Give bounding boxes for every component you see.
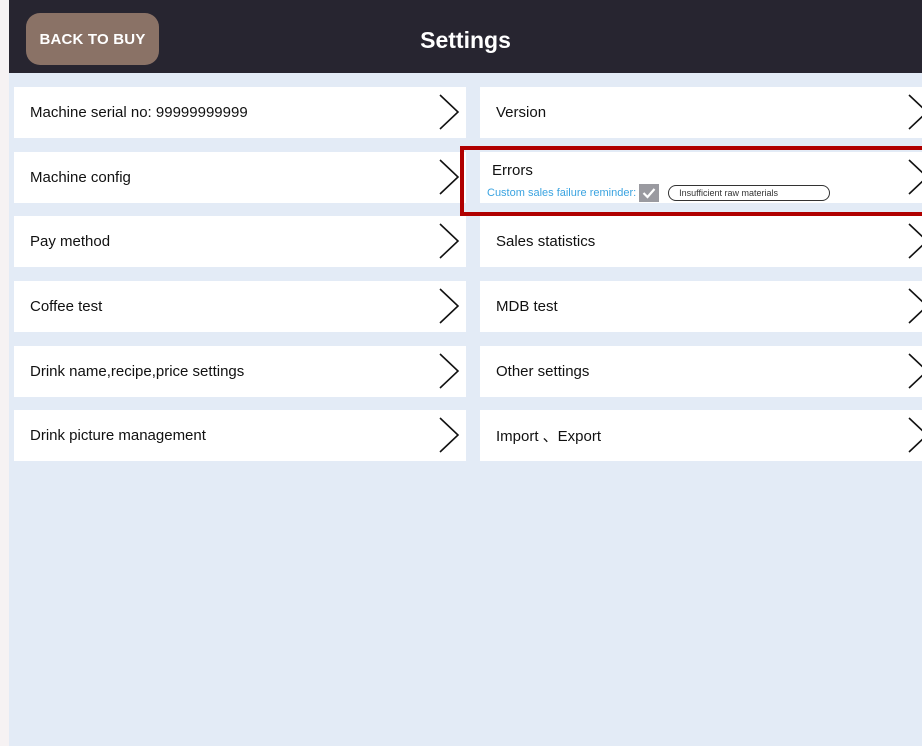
menu-item-other-settings[interactable]: Other settings bbox=[480, 346, 922, 397]
menu-item-label: Sales statistics bbox=[496, 233, 596, 250]
menu-item-drink-picture[interactable]: Drink picture management bbox=[14, 410, 466, 461]
chevron-right-icon bbox=[907, 158, 922, 196]
sales-failure-reminder-input[interactable] bbox=[668, 185, 831, 201]
menu-item-import-export[interactable]: Import 、Export bbox=[480, 410, 922, 461]
errors-title: Errors bbox=[492, 162, 533, 179]
menu-item-drink-settings[interactable]: Drink name,recipe,price settings bbox=[14, 346, 466, 397]
chevron-right-icon bbox=[438, 222, 460, 260]
sales-failure-reminder-checkbox[interactable] bbox=[639, 184, 660, 202]
menu-item-mdb-test[interactable]: MDB test bbox=[480, 281, 922, 332]
menu-item-machine-serial[interactable]: Machine serial no: 99999999999 bbox=[14, 87, 466, 138]
chevron-right-icon bbox=[907, 222, 922, 260]
sales-failure-reminder-label: Custom sales failure reminder: bbox=[487, 187, 637, 199]
menu-item-label: Pay method bbox=[30, 233, 111, 250]
sales-failure-reminder-row: Custom sales failure reminder: bbox=[487, 183, 831, 203]
menu-item-coffee-test[interactable]: Coffee test bbox=[14, 281, 466, 332]
chevron-right-icon bbox=[438, 416, 460, 454]
menu-item-label: Machine serial no: 99999999999 bbox=[30, 104, 248, 121]
back-to-buy-button[interactable]: BACK TO BUY bbox=[26, 13, 159, 65]
chevron-right-icon bbox=[438, 287, 460, 325]
chevron-right-icon bbox=[438, 352, 460, 390]
menu-item-pay-method[interactable]: Pay method bbox=[14, 216, 466, 267]
menu-item-label: MDB test bbox=[496, 298, 558, 315]
menu-item-label: Version bbox=[496, 104, 547, 121]
top-bar: BACK TO BUY Settings bbox=[9, 0, 922, 73]
menu-item-label: Machine config bbox=[30, 169, 131, 186]
settings-screen: BACK TO BUY Settings Machine serial no: … bbox=[9, 0, 922, 746]
chevron-right-icon bbox=[907, 416, 922, 454]
chevron-right-icon bbox=[438, 93, 460, 131]
menu-item-sales-statistics[interactable]: Sales statistics bbox=[480, 216, 922, 267]
chevron-right-icon bbox=[907, 93, 922, 131]
menu-item-version[interactable]: Version bbox=[480, 87, 922, 138]
menu-item-machine-config[interactable]: Machine config bbox=[14, 152, 466, 203]
menu-item-label: Drink name,recipe,price settings bbox=[30, 363, 245, 380]
menu-item-label: Coffee test bbox=[30, 298, 103, 315]
menu-item-label: Import 、Export bbox=[496, 428, 602, 445]
menu-item-label: Drink picture management bbox=[30, 427, 206, 444]
chevron-right-icon bbox=[907, 352, 922, 390]
menu-item-label: Other settings bbox=[496, 363, 590, 380]
chevron-right-icon bbox=[438, 158, 460, 196]
chevron-right-icon bbox=[907, 287, 922, 325]
checkmark-icon bbox=[642, 188, 656, 199]
menu-item-errors[interactable]: Errors Custom sales failure reminder: bbox=[480, 152, 922, 203]
